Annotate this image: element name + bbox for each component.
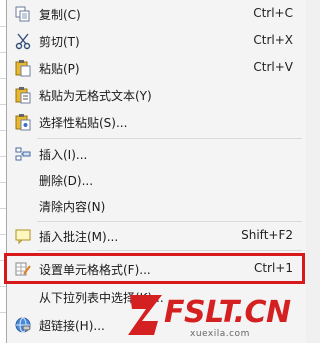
menu-item-label: 超链接(H)... [39, 319, 105, 333]
hyperlink-icon [14, 316, 32, 334]
menu-item-insert-comment[interactable]: 插入批注(M)... Shift+F2 [7, 223, 307, 249]
menu-item-paste-special[interactable]: 选择性粘贴(S)... [7, 109, 307, 135]
watermark-site: xuexila.com [190, 329, 250, 339]
watermark: FSLT.CN xuexila.com [124, 283, 306, 343]
menu-item-insert[interactable]: 插入(I)... [7, 141, 307, 167]
menu-item-shortcut: Ctrl+V [253, 60, 293, 74]
copy-icon [14, 5, 32, 23]
menu-separator [37, 250, 302, 251]
paste-icon [14, 59, 32, 77]
menu-item-shortcut: Ctrl+X [253, 33, 293, 47]
menu-item-shortcut: Ctrl+C [253, 6, 293, 20]
menu-item-label: 剪切(T) [39, 35, 80, 49]
highlight-box [4, 253, 305, 284]
menu-separator [37, 138, 302, 139]
scissors-icon [14, 32, 32, 50]
menu-item-paste[interactable]: 粘贴(P) Ctrl+V [7, 55, 307, 81]
menu-item-label: 删除(D)... [39, 174, 94, 188]
paste-plain-icon [14, 86, 32, 104]
menu-item-paste-plain-text[interactable]: 粘贴为无格式文本(Y) [7, 82, 307, 108]
menu-item-label: 插入批注(M)... [39, 230, 119, 244]
menu-item-delete[interactable]: 删除(D)... [7, 167, 307, 193]
menu-item-label: 粘贴为无格式文本(Y) [39, 89, 152, 103]
menu-item-label: 选择性粘贴(S)... [39, 116, 128, 130]
menu-item-shortcut: Shift+F2 [241, 228, 293, 242]
watermark-logo-icon [128, 295, 162, 335]
menu-separator [37, 221, 302, 222]
menu-item-label: 插入(I)... [39, 148, 88, 162]
menu-item-copy[interactable]: 复制(C) Ctrl+C [7, 1, 307, 27]
menu-item-label: 清除内容(N) [39, 200, 106, 214]
comment-icon [14, 227, 32, 245]
insert-icon [14, 145, 32, 163]
menu-item-label: 复制(C) [39, 8, 81, 22]
menu-item-cut[interactable]: 剪切(T) Ctrl+X [7, 28, 307, 54]
paste-special-icon [14, 113, 32, 131]
menu-item-clear-contents[interactable]: 清除内容(N) [7, 193, 307, 219]
watermark-brand: FSLT.CN [164, 295, 291, 330]
menu-item-label: 粘贴(P) [39, 62, 80, 76]
